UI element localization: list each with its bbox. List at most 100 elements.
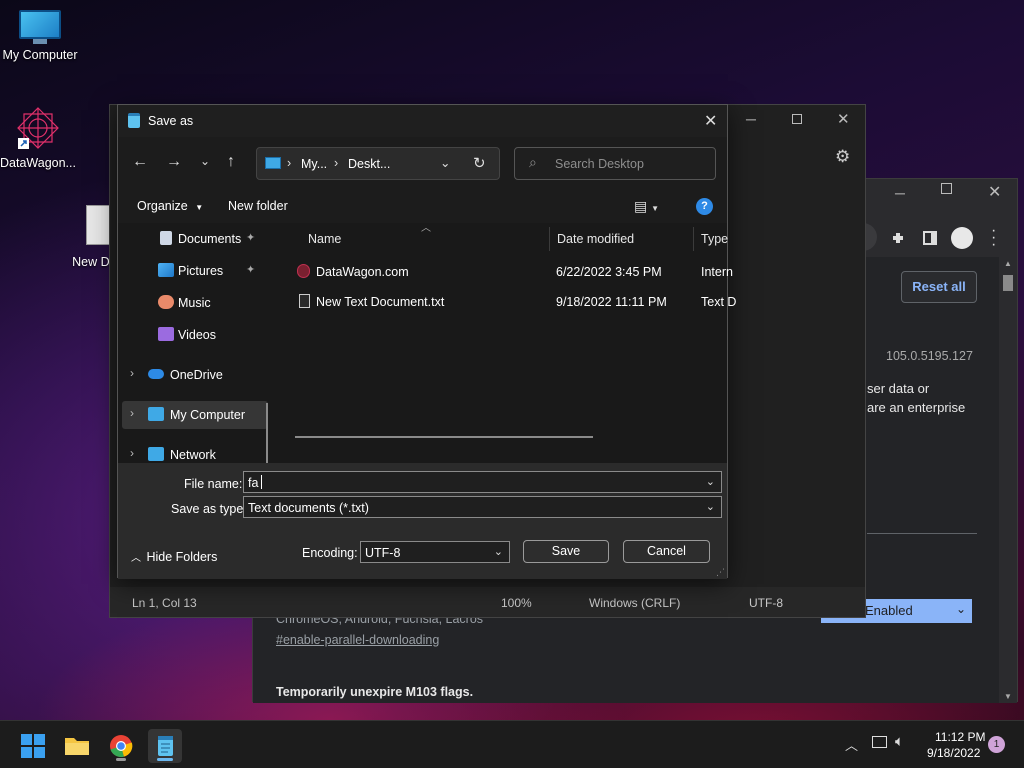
nav-item-pictures[interactable]: Pictures ✦: [122, 257, 268, 285]
menu-icon[interactable]: · · ·: [991, 223, 996, 253]
maximize-icon[interactable]: [792, 114, 802, 124]
chevron-right-icon[interactable]: ›: [130, 366, 134, 380]
save-button[interactable]: Save: [523, 540, 609, 563]
nav-item-label: Pictures: [178, 264, 224, 278]
encoding-select[interactable]: UTF-8 ⌄: [360, 541, 510, 563]
scrollbar-thumb[interactable]: [1003, 275, 1013, 291]
datawagon-icon: [17, 107, 59, 149]
chrome-scrollbar[interactable]: ▲ ▼: [999, 257, 1017, 703]
chevron-right-icon[interactable]: ›: [130, 406, 134, 420]
chevron-right-icon[interactable]: ›: [130, 446, 134, 460]
clock-date[interactable]: 9/18/2022: [927, 746, 980, 760]
recent-locations-icon[interactable]: ⌄: [200, 154, 210, 168]
chevron-down-icon[interactable]: ⌄: [440, 155, 450, 170]
help-icon[interactable]: ?: [696, 198, 713, 215]
organize-button[interactable]: Organize ▼: [137, 199, 203, 213]
file-name-input[interactable]: fa ⌄: [243, 471, 722, 493]
file-name: DataWagon.com: [316, 265, 409, 279]
new-folder-button[interactable]: New folder: [228, 199, 288, 213]
notepad-taskbar-button[interactable]: [148, 729, 182, 763]
nav-item-music[interactable]: Music: [122, 289, 268, 317]
settings-icon[interactable]: ⚙: [835, 147, 850, 167]
file-row[interactable]: DataWagon.com 6/22/2022 3:45 PM Intern: [277, 257, 733, 285]
computer-icon: [265, 157, 281, 169]
start-button[interactable]: [16, 729, 50, 763]
resize-grip-icon[interactable]: ⋰: [716, 567, 725, 578]
column-separator[interactable]: [549, 227, 550, 251]
save-type-select[interactable]: Text documents (*.txt) ⌄: [243, 496, 722, 518]
forward-arrow-icon[interactable]: →: [166, 153, 182, 171]
hide-folders-button[interactable]: ︿ Hide Folders: [131, 549, 217, 564]
chevron-down-icon[interactable]: ⌄: [706, 475, 715, 488]
videos-icon: [158, 327, 174, 341]
navigation-pane[interactable]: Documents ✦ Pictures ✦ Music Videos › On…: [118, 223, 276, 539]
flag-link[interactable]: #enable-parallel-downloading: [276, 633, 439, 647]
profile-icon[interactable]: [951, 227, 973, 249]
reset-all-button[interactable]: Reset all: [901, 271, 977, 303]
back-arrow-icon[interactable]: ←: [132, 153, 148, 171]
refresh-icon[interactable]: ↻: [473, 154, 486, 172]
maximize-icon[interactable]: [941, 183, 952, 194]
chevron-up-icon: ︿: [131, 553, 141, 564]
chrome-taskbar-button[interactable]: [104, 729, 138, 763]
close-icon[interactable]: ✕: [837, 110, 850, 128]
breadcrumb-item[interactable]: My...: [301, 157, 327, 171]
cancel-button[interactable]: Cancel: [623, 540, 710, 563]
nav-item-documents[interactable]: Documents ✦: [122, 225, 268, 253]
encoding-label: Encoding:: [302, 546, 358, 560]
minimize-icon[interactable]: ─: [895, 185, 905, 201]
notepad-icon: [128, 113, 140, 128]
extensions-icon[interactable]: [891, 231, 905, 245]
desktop-icon-my-computer[interactable]: My Computer: [0, 10, 80, 62]
horizontal-scrollbar[interactable]: [295, 436, 593, 438]
scroll-down-icon[interactable]: ▼: [1004, 692, 1012, 701]
music-icon: [158, 295, 174, 309]
folder-icon: [65, 738, 89, 755]
nav-item-my-computer[interactable]: › My Computer: [122, 401, 268, 429]
chevron-down-icon: ⌄: [705, 501, 715, 513]
volume-icon[interactable]: 🔈︎: [895, 733, 904, 750]
text-file-icon: [299, 294, 310, 308]
search-input[interactable]: ⌕ Search Desktop: [514, 147, 716, 180]
file-type: Text D: [701, 295, 737, 309]
chevron-up-icon[interactable]: ︿: [845, 735, 858, 754]
nav-item-onedrive[interactable]: › OneDrive: [122, 361, 268, 389]
running-indicator: [116, 758, 126, 761]
file-name-value: fa: [248, 476, 259, 490]
file-name: New Text Document.txt: [316, 295, 445, 309]
desktop-icon-datawagon[interactable]: DataWagon...: [0, 106, 78, 170]
nav-item-network[interactable]: › Network: [122, 441, 268, 463]
cursor-position: Ln 1, Col 13: [132, 596, 197, 610]
column-separator[interactable]: [693, 227, 694, 251]
side-panel-icon[interactable]: [923, 231, 937, 245]
nav-item-label: Videos: [178, 328, 216, 342]
zoom-level: 100%: [501, 596, 532, 610]
file-list[interactable]: ︿ Name Date modified Type DataWagon.com …: [277, 223, 736, 463]
documents-icon: [160, 231, 172, 245]
flag-heading: Temporarily unexpire M103 flags.: [276, 685, 474, 699]
taskbar: ︿ 🔈︎ 11:12 PM 9/18/2022 1: [0, 720, 1024, 768]
minimize-icon[interactable]: ─: [746, 111, 756, 127]
dialog-navigation-bar: ← → ⌄ ↑ › My... › Deskt... ⌄ ↻ ⌕ Search …: [118, 137, 727, 193]
file-name-label: File name:: [184, 477, 243, 491]
address-bar[interactable]: › My... › Deskt... ⌄ ↻: [256, 147, 500, 180]
pin-icon: ✦: [246, 264, 256, 276]
nav-item-label: Music: [178, 296, 211, 310]
clock-time[interactable]: 11:12 PM: [935, 730, 985, 744]
save-type-value: Text documents (*.txt): [248, 501, 369, 515]
up-arrow-icon[interactable]: ↑: [227, 153, 235, 171]
file-row[interactable]: New Text Document.txt 9/18/2022 11:11 PM…: [277, 287, 736, 315]
network-status-icon[interactable]: [872, 736, 887, 748]
close-icon[interactable]: ✕: [704, 111, 717, 131]
notification-badge[interactable]: 1: [988, 736, 1005, 753]
file-explorer-button[interactable]: [60, 729, 94, 763]
close-icon[interactable]: ✕: [988, 182, 1001, 202]
breadcrumb-item[interactable]: Deskt...: [348, 157, 390, 171]
chrome-text-snippet-2: are an enterprise: [867, 400, 966, 415]
scroll-up-icon[interactable]: ▲: [1004, 259, 1012, 268]
save-as-dialog[interactable]: Save as ✕ ← → ⌄ ↑ › My... › Deskt... ⌄ ↻…: [117, 104, 736, 579]
file-date: 6/22/2022 3:45 PM: [556, 265, 662, 279]
view-options-icon[interactable]: ▤ ▼: [634, 198, 659, 215]
file-date: 9/18/2022 11:11 PM: [556, 295, 667, 309]
nav-item-videos[interactable]: Videos: [122, 321, 268, 349]
